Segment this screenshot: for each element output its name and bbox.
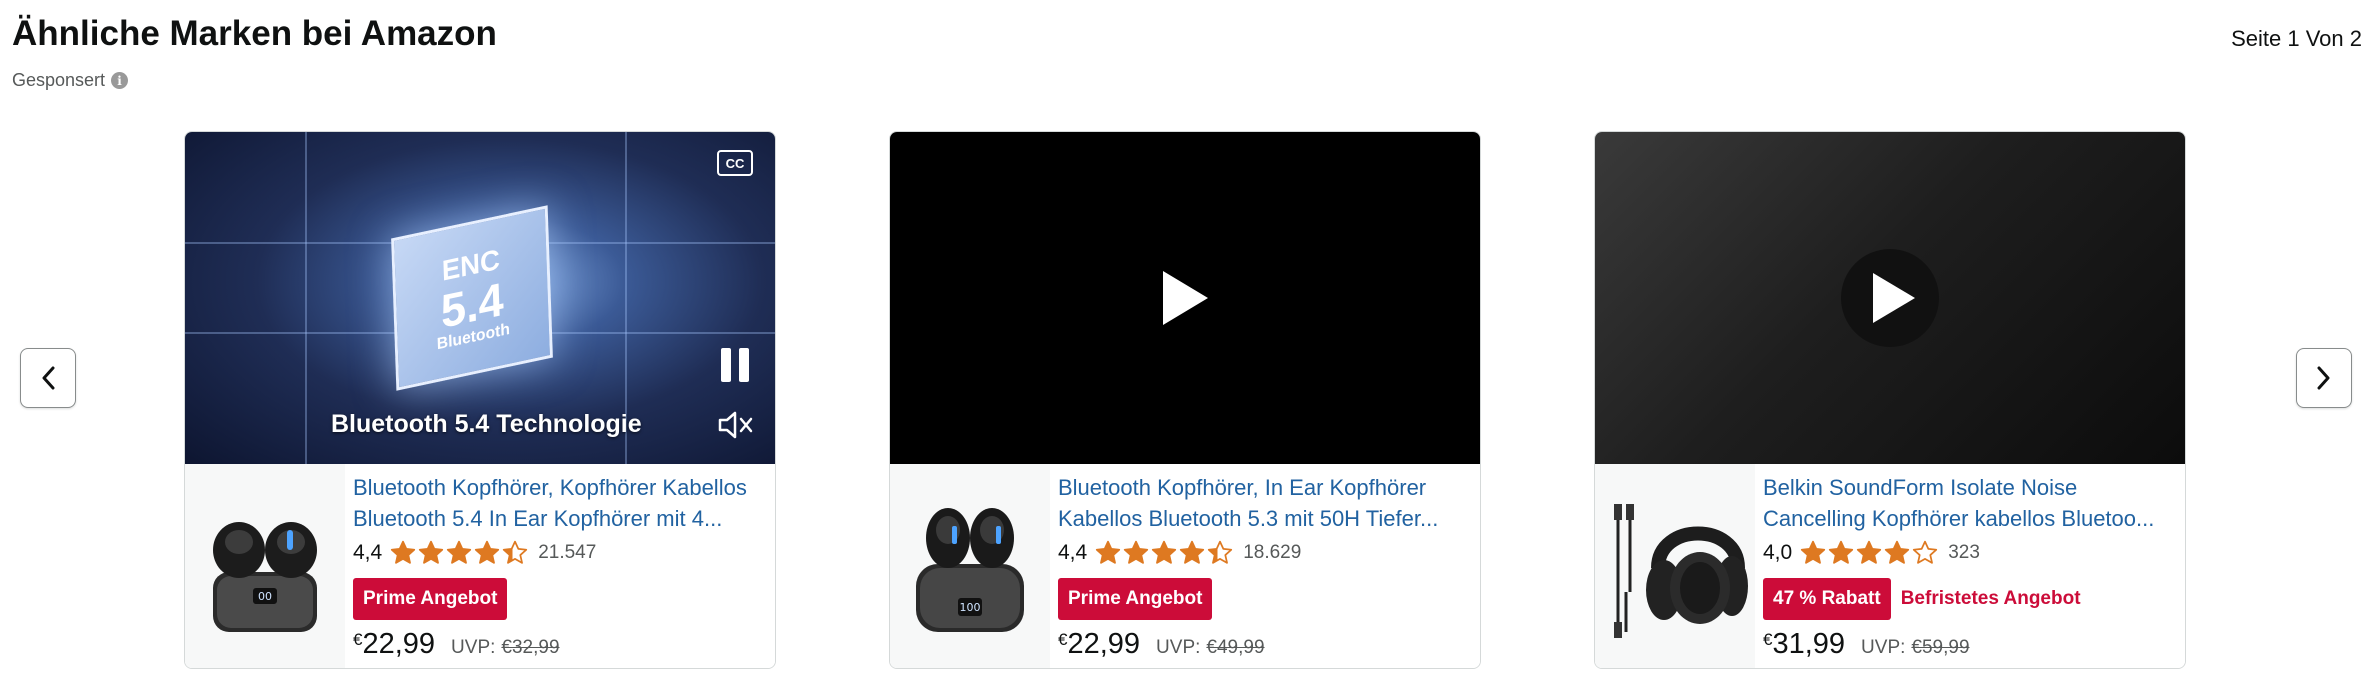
product-video[interactable]: ENC 5.4 Bluetooth CC Bluetooth 5.4 Techn… [185, 132, 775, 464]
rating-value: 4,4 [353, 541, 383, 564]
product-card: Belkin SoundForm Isolate Noise Cancellin… [1594, 131, 2186, 669]
price-row: € 22,99 UVP: €32,99 [353, 628, 767, 661]
star-icon [475, 540, 500, 564]
product-thumbnail[interactable] [1595, 464, 1755, 668]
review-count: 18.629 [1243, 542, 1302, 563]
uvp-label: UVP: [451, 637, 496, 658]
currency-symbol: € [1763, 630, 1773, 649]
deal-badge: Prime Angebot [1058, 578, 1213, 620]
info-icon[interactable]: i [111, 72, 129, 89]
price: 22,99 [362, 628, 436, 660]
list-price: €59,99 [1911, 637, 1970, 658]
sponsored-text: Gesponsert [12, 70, 106, 90]
product-thumbnail[interactable]: 00 [185, 464, 345, 668]
svg-text:100: 100 [960, 601, 981, 614]
price-row: € 22,99 UVP: €49,99 [1058, 628, 1472, 661]
discount-badge: 47 % Rabatt [1763, 578, 1891, 620]
mute-icon[interactable] [717, 410, 755, 440]
section-title: Ähnliche Marken bei Amazon [12, 14, 497, 53]
list-price: €32,99 [501, 637, 560, 658]
currency-symbol: € [1058, 630, 1068, 649]
star-icon [1857, 540, 1882, 564]
star-icon [503, 540, 528, 564]
earbuds-case-image: 00 [213, 522, 317, 632]
rating-row[interactable]: 4,4 18.629 [1058, 538, 1472, 568]
rating-value: 4,4 [1058, 541, 1088, 564]
play-icon[interactable] [1159, 268, 1211, 328]
product-title-link[interactable]: Belkin SoundForm Isolate Noise Cancellin… [1763, 472, 2177, 534]
star-icon [1913, 540, 1938, 564]
product-title-link[interactable]: Bluetooth Kopfhörer, Kopfhörer Kabellos … [353, 472, 767, 534]
star-rating [1800, 540, 1938, 566]
star-icon [391, 540, 416, 564]
price: 31,99 [1772, 628, 1846, 660]
uvp-label: UVP: [1156, 637, 1201, 658]
product-title-link[interactable]: Bluetooth Kopfhörer, In Ear Kopfhörer Ka… [1058, 472, 1472, 534]
star-rating [1095, 540, 1233, 566]
deal-badge: Prime Angebot [353, 578, 508, 620]
product-thumbnail[interactable]: 100 [890, 464, 1050, 668]
closed-captions-icon[interactable]: CC [717, 150, 753, 176]
star-icon [419, 540, 444, 564]
headphones-image [1614, 504, 1748, 638]
chevron-right-icon [2317, 366, 2330, 390]
currency-symbol: € [353, 630, 363, 649]
bluetooth-chip-graphic: ENC 5.4 Bluetooth [391, 205, 553, 391]
rating-value: 4,0 [1763, 541, 1793, 564]
carousel-prev-button[interactable] [20, 348, 76, 408]
earbuds-case-image: 100 [916, 508, 1024, 632]
star-icon [1885, 540, 1910, 564]
limited-deal-text: Befristetes Angebot [1900, 588, 2081, 609]
rating-row[interactable]: 4,4 21.547 [353, 538, 767, 568]
product-video[interactable] [890, 132, 1480, 464]
price-row: € 31,99 UVP: €59,99 [1763, 628, 2177, 661]
uvp-label: UVP: [1861, 637, 1906, 658]
star-icon [1152, 540, 1177, 564]
review-count: 323 [1948, 542, 1980, 563]
star-icon [1829, 540, 1854, 564]
list-price: €49,99 [1206, 637, 1265, 658]
rating-row[interactable]: 4,0 323 [1763, 538, 2177, 568]
pause-icon[interactable] [721, 348, 753, 382]
carousel-next-button[interactable] [2296, 348, 2352, 408]
review-count: 21.547 [538, 542, 597, 563]
star-icon [1801, 540, 1826, 564]
price: 22,99 [1067, 628, 1141, 660]
star-icon [1096, 540, 1121, 564]
sponsored-label[interactable]: Gesponsert i [12, 70, 129, 91]
chevron-left-icon [42, 366, 55, 390]
product-card: 100 Bluetooth Kopfhörer, In Ear Kopfhöre… [889, 131, 1481, 669]
star-rating [390, 540, 528, 566]
star-icon [1180, 540, 1205, 564]
star-icon [1208, 540, 1233, 564]
product-video[interactable] [1595, 132, 2185, 464]
play-button[interactable] [1841, 249, 1939, 347]
svg-text:00: 00 [258, 590, 272, 603]
video-caption: Bluetooth 5.4 Technologie [331, 410, 642, 438]
star-icon [447, 540, 472, 564]
star-icon [1124, 540, 1149, 564]
product-card: ENC 5.4 Bluetooth CC Bluetooth 5.4 Techn… [184, 131, 776, 669]
play-icon [1873, 273, 1915, 323]
page-indicator: Seite 1 Von 2 [2231, 26, 2362, 51]
